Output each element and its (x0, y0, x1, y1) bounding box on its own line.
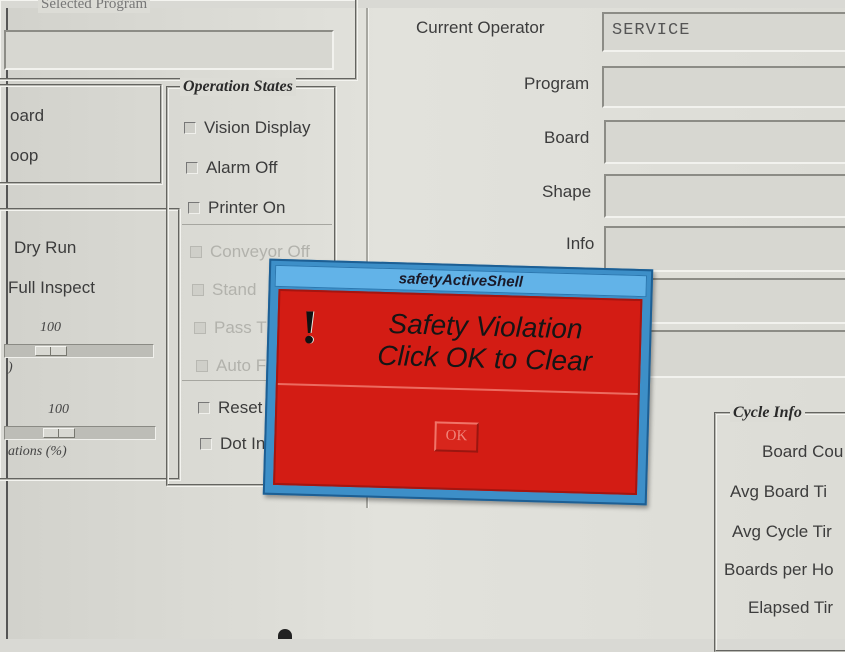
checkbox-indicator[interactable] (184, 122, 196, 134)
checkbox-indicator[interactable] (190, 246, 202, 258)
slider1-max-label: 100 (40, 320, 61, 335)
ok-button[interactable]: OK (434, 421, 479, 453)
slider2-caption: ations (%) (8, 444, 67, 459)
board-field[interactable] (604, 120, 845, 164)
dry-run-option[interactable]: Dry Run (14, 238, 76, 258)
dot-in-checkbox[interactable]: Dot In (200, 434, 265, 454)
boards-per-hour-label: Boards per Ho (724, 560, 834, 579)
current-operator-label: Current Operator (416, 18, 545, 37)
board-option[interactable]: oard (10, 106, 44, 126)
dialog-body: ! Safety Violation Click OK to Clear OK (273, 288, 643, 496)
operation-states-legend: Operation States (180, 78, 296, 96)
full-inspect-option[interactable]: Full Inspect (8, 278, 95, 298)
shape-field[interactable] (604, 174, 845, 218)
printer-on-checkbox[interactable]: Printer On (188, 198, 285, 218)
safety-dialog: safetyActiveShell ! Safety Violation Cli… (262, 258, 654, 506)
current-operator-field[interactable]: SERVICE (602, 12, 845, 52)
board-count-label: Board Cou (762, 442, 844, 461)
board-label: Board (544, 128, 590, 147)
vision-display-checkbox[interactable]: Vision Display (184, 118, 310, 138)
program-label: Program (524, 74, 590, 93)
dialog-separator (277, 382, 638, 396)
selected-program-field[interactable] (4, 30, 334, 70)
slider1-thumb[interactable] (35, 346, 67, 356)
board-loop-group (0, 84, 162, 184)
slider1-caption: ) (8, 360, 13, 375)
reset-checkbox[interactable]: Reset (198, 398, 262, 418)
avg-board-time-label: Avg Board Ti (730, 482, 828, 501)
dialog-message: Safety Violation Click OK to Clear (334, 307, 636, 379)
warning-icon: ! (300, 300, 319, 355)
auto-checkbox[interactable]: Auto F (196, 356, 266, 376)
monitor-knob (278, 629, 292, 639)
checkbox-indicator[interactable] (186, 162, 198, 174)
checkbox-indicator[interactable] (194, 322, 206, 334)
checkbox-indicator[interactable] (196, 360, 208, 372)
slider1-trough[interactable] (4, 344, 154, 358)
slider2-max-label: 100 (48, 402, 69, 417)
program-field[interactable] (602, 66, 845, 108)
checkbox-indicator[interactable] (192, 284, 204, 296)
loop-option[interactable]: oop (10, 146, 38, 166)
slider2-thumb[interactable] (43, 428, 75, 438)
checkbox-indicator[interactable] (188, 202, 200, 214)
info-label: Info (566, 234, 595, 253)
ops-separator-1 (182, 224, 332, 225)
checkbox-indicator[interactable] (200, 438, 212, 450)
shape-label: Shape (542, 182, 592, 201)
elapsed-time-label: Elapsed Tir (748, 598, 834, 617)
stand-checkbox[interactable]: Stand (192, 280, 256, 300)
info-field[interactable] (604, 226, 845, 272)
slider2-trough[interactable] (4, 426, 156, 440)
checkbox-indicator[interactable] (198, 402, 210, 414)
avg-cycle-time-label: Avg Cycle Tir (732, 522, 832, 541)
selected-program-legend: Selected Program (38, 0, 151, 13)
alarm-off-checkbox[interactable]: Alarm Off (186, 158, 277, 178)
cycle-info-legend: Cycle Info (730, 404, 805, 422)
pass-checkbox[interactable]: Pass T (194, 318, 267, 338)
